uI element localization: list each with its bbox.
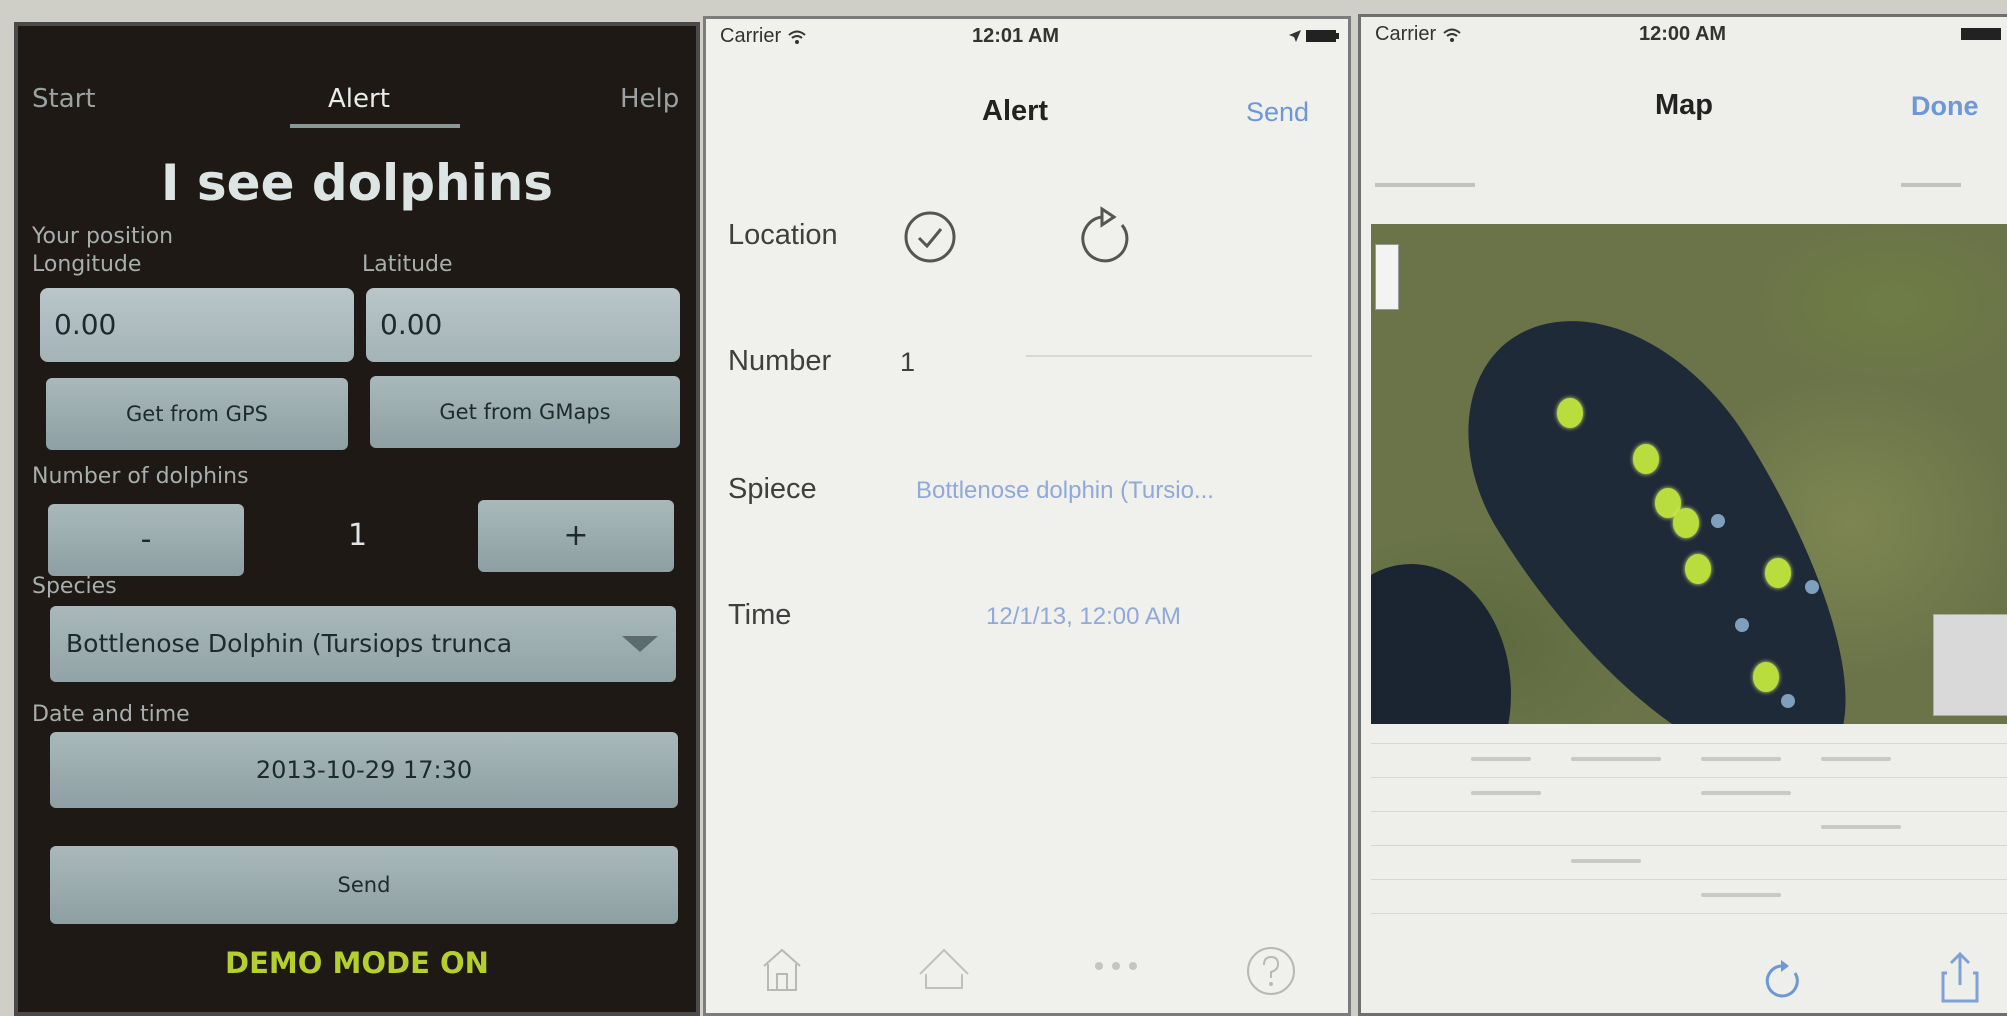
wifi-icon (1443, 28, 1461, 42)
status-time: 12:01 AM (972, 25, 1060, 47)
share-icon[interactable] (1939, 951, 1981, 1010)
datetime-picker-button[interactable]: 2013-10-29 17:30 (50, 732, 678, 808)
carrier-text: Carrier (1375, 23, 1437, 45)
number-value[interactable]: 1 (900, 347, 915, 378)
wifi-icon (788, 30, 806, 44)
table-cell (1701, 791, 1791, 795)
sighting-marker[interactable] (1765, 558, 1791, 588)
species-label: Spiece (728, 473, 817, 505)
species-label: Species (32, 574, 117, 599)
latitude-field[interactable]: 0.00 (366, 288, 680, 362)
longitude-label: Longitude (32, 252, 142, 277)
demo-mode-label: DEMO MODE ON (225, 946, 489, 980)
home-icon[interactable] (760, 944, 804, 999)
sighting-marker[interactable] (1673, 508, 1699, 538)
location-marker[interactable] (1711, 514, 1725, 528)
table-row (1371, 743, 2007, 744)
table-cell (1821, 825, 1901, 829)
time-value-link[interactable]: 12/1/13, 12:00 AM (986, 603, 1181, 631)
number-of-dolphins-label: Number of dolphins (32, 464, 249, 489)
status-time: 12:00 AM (1639, 23, 1727, 45)
map-legend (1933, 614, 2007, 716)
table-row (1371, 913, 2007, 914)
sighting-marker[interactable] (1557, 398, 1583, 428)
active-tab-indicator (290, 124, 460, 128)
table-row (1371, 845, 2007, 846)
tab-bar: Start Alert Help (18, 26, 696, 128)
more-icon[interactable] (1092, 959, 1140, 978)
latitude-label: Latitude (362, 252, 453, 277)
location-label: Location (728, 219, 838, 251)
sighting-marker[interactable] (1633, 444, 1659, 474)
table-row (1371, 777, 2007, 778)
help-icon[interactable] (1244, 944, 1298, 1003)
carrier-label: Carrier (1375, 23, 1462, 46)
get-from-gmaps-button[interactable]: Get from GMaps (370, 376, 680, 448)
ios-alert-screen: Carrier 12:01 AM Alert Send Location Num… (703, 16, 1351, 1016)
dolphin-count: 1 (348, 518, 368, 553)
table-cell (1821, 757, 1891, 761)
table-cell (1571, 757, 1661, 761)
location-marker[interactable] (1805, 580, 1819, 594)
sighting-marker[interactable] (1685, 554, 1711, 584)
map-sea-area (1371, 564, 1511, 724)
table-cell (1471, 791, 1541, 795)
nav-title: Map (1655, 89, 1713, 121)
table-cell (1471, 757, 1531, 761)
species-value-link[interactable]: Bottlenose dolphin (Tursio... (916, 477, 1214, 505)
number-label: Number (728, 345, 832, 377)
dropdown-arrow-icon (622, 636, 658, 652)
send-button[interactable]: Send (50, 846, 678, 924)
web-header-text (1375, 183, 1475, 187)
location-marker[interactable] (1735, 618, 1749, 632)
your-position-label: Your position (32, 224, 174, 249)
carrier-label: Carrier (720, 25, 807, 48)
increment-button[interactable]: + (478, 500, 674, 572)
time-label: Time (728, 599, 792, 631)
web-header-link (1901, 183, 1961, 187)
longitude-field[interactable]: 0.00 (40, 288, 354, 362)
refresh-icon[interactable] (1076, 205, 1136, 272)
tab-alert[interactable]: Alert (328, 84, 390, 114)
done-nav-button[interactable]: Done (1911, 91, 1979, 122)
number-field-underline (1026, 355, 1312, 357)
ios-map-screen: Carrier 12:00 AM Map Done (1358, 14, 2007, 1016)
table-row (1371, 811, 2007, 812)
nav-title: Alert (982, 95, 1049, 127)
get-from-gps-button[interactable]: Get from GPS (46, 378, 348, 450)
decrement-button[interactable]: - (48, 504, 244, 576)
android-app-screen: Start Alert Help I see dolphins Your pos… (14, 22, 700, 1016)
satellite-map[interactable] (1371, 224, 2007, 724)
tab-help[interactable]: Help (620, 84, 679, 114)
battery-icon (1306, 29, 1340, 48)
species-value: Bottlenose Dolphin (Tursiops trunca (66, 629, 513, 658)
refresh-icon[interactable] (1763, 959, 1803, 1006)
page-title: I see dolphins (160, 154, 554, 212)
battery-icon (1961, 27, 2001, 46)
map-zoom-control[interactable] (1375, 244, 1399, 310)
boat-icon[interactable] (916, 944, 972, 999)
species-select[interactable]: Bottlenose Dolphin (Tursiops trunca (50, 606, 676, 682)
location-arrow-icon (1288, 29, 1302, 48)
location-marker[interactable] (1781, 694, 1795, 708)
sightings-table (1371, 729, 2007, 944)
sighting-marker[interactable] (1753, 662, 1779, 692)
send-nav-button[interactable]: Send (1246, 97, 1309, 128)
table-row (1371, 879, 2007, 880)
table-cell (1701, 757, 1781, 761)
table-cell (1701, 893, 1781, 897)
checkmark-circle-icon[interactable] (902, 209, 958, 270)
carrier-text: Carrier (720, 25, 782, 47)
table-cell (1571, 859, 1641, 863)
date-and-time-label: Date and time (32, 702, 190, 727)
tab-start[interactable]: Start (32, 84, 96, 114)
